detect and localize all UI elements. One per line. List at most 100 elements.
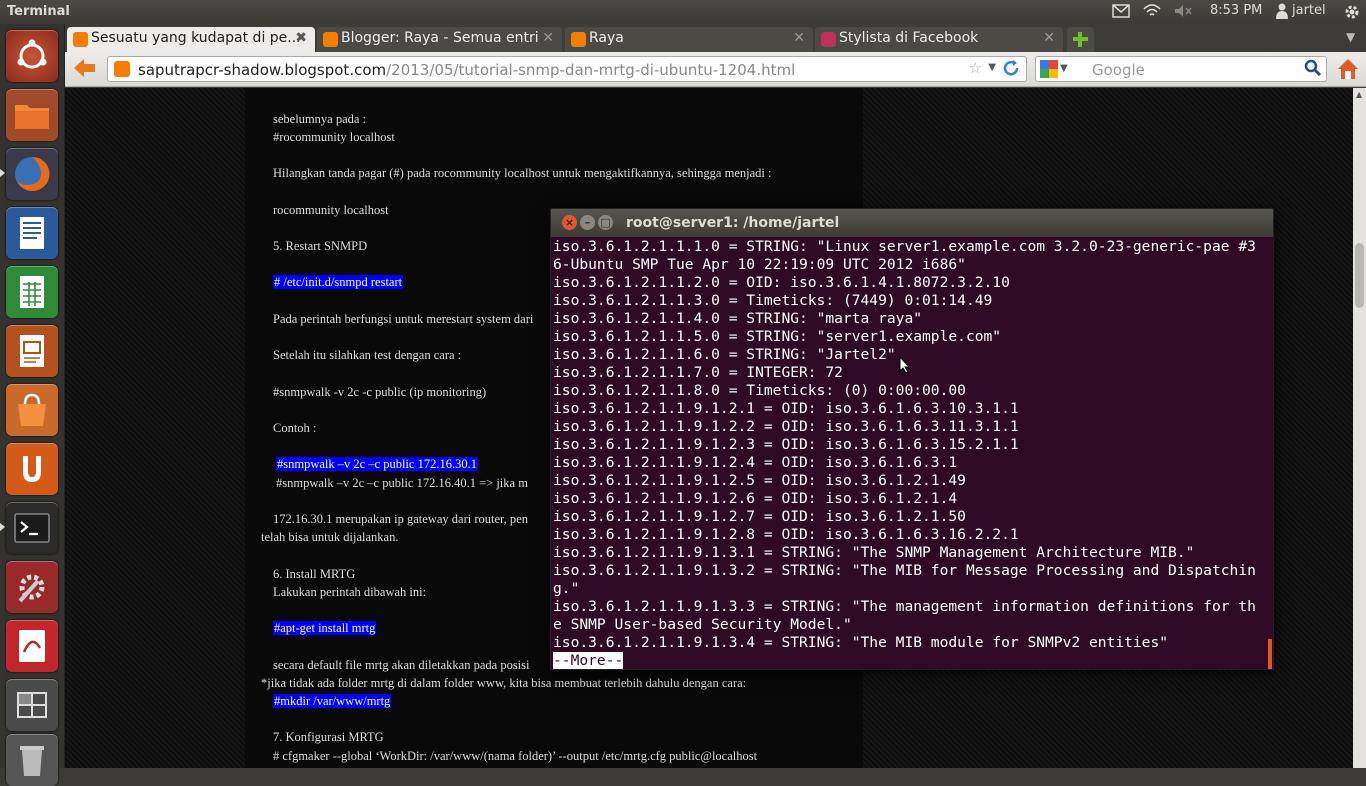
maximize-window-icon[interactable]: □ [598,215,613,230]
ubuntu-one-icon[interactable] [6,443,58,495]
terminal-line: iso.3.6.1.2.1.1.9.1.2.1 = OID: iso.3.6.1… [553,400,1019,417]
terminal-line: iso.3.6.1.2.1.1.9.1.3.4 = STRING: "The M… [553,634,1169,651]
terminal-line: iso.3.6.1.2.1.1.9.1.2.4 = OID: iso.3.6.1… [553,454,958,471]
scrollbar-thumb[interactable] [1355,243,1364,308]
post-line: rocommunity localhost [273,203,389,217]
terminal-line: iso.3.6.1.2.1.1.1.0 = STRING: "Linux ser… [553,238,1256,255]
tab-label: Blogger: Raya - Semua entri [341,30,539,46]
volume-muted-icon[interactable] [1173,3,1193,23]
code-highlight: # /etc/init.d/snmpd restart [273,275,404,289]
navigation-bar: saputrapcr-shadow.blogspot.com/2013/05/t… [65,52,1366,87]
files-icon[interactable] [6,89,58,141]
terminal-line: e SNMP User-based Security Model." [553,616,852,633]
terminal-line: iso.3.6.1.2.1.1.9.1.3.1 = STRING: "The S… [553,544,1195,561]
clock[interactable]: 8:53 PM [1210,3,1262,18]
history-dropdown-icon[interactable]: ▼ [988,62,996,73]
terminal-line: iso.3.6.1.2.1.1.9.1.2.7 = OID: iso.3.6.1… [553,508,966,525]
bookmark-star-icon[interactable]: ☆ [969,59,982,77]
back-arrow-icon[interactable] [71,55,97,85]
close-tab-icon[interactable]: ✕ [542,30,554,46]
terminal-title: root@server1: /home/jartel [626,215,840,231]
document-viewer-icon[interactable] [6,620,58,672]
tab-blog-post[interactable]: Sesuatu yang kudapat di pe... ✖ [67,27,315,52]
post-heading: 6. Install MRTG [273,567,356,581]
close-tab-icon[interactable]: ✖ [295,30,307,46]
tab-bar: Sesuatu yang kudapat di pe... ✖ Blogger:… [65,24,1366,52]
impress-icon[interactable] [6,325,58,377]
terminal-icon[interactable] [6,502,58,554]
terminal-line: iso.3.6.1.2.1.1.2.0 = OID: iso.3.6.1.4.1… [553,274,1010,291]
url-bar[interactable]: saputrapcr-shadow.blogspot.com/2013/05/t… [107,56,1027,82]
top-panel: Terminal 8:53 PM jartel [0,0,1366,24]
firefox-icon[interactable] [6,148,58,200]
new-tab-button[interactable] [1067,27,1094,52]
search-placeholder: Google [1092,61,1145,79]
workspace-switcher-icon[interactable] [6,679,58,731]
gear-icon[interactable] [1343,3,1361,25]
user-name[interactable]: jartel [1292,3,1326,18]
terminal-line: iso.3.6.1.2.1.1.9.1.2.3 = OID: iso.3.6.1… [553,436,1019,453]
close-tab-icon[interactable]: ✕ [793,30,805,46]
terminal-line: iso.3.6.1.2.1.1.6.0 = STRING: "Jartel2" [553,346,896,363]
post-heading: 7. Konfigurasi MRTG [273,730,384,744]
more-prompt: --More-- [553,652,624,669]
tab-blogger-entries[interactable]: Blogger: Raya - Semua entri ✕ [317,27,562,52]
system-settings-icon[interactable] [6,561,58,613]
post-line: sebelumnya pada : [273,112,367,126]
terminal-line: 6-Ubuntu SMP Tue Apr 10 22:19:09 UTC 201… [553,256,966,273]
terminal-line: iso.3.6.1.2.1.1.9.1.2.8 = OID: iso.3.6.1… [553,526,1019,543]
tab-raya[interactable]: Raya ✕ [565,27,813,52]
search-engine-chevron-icon[interactable]: ▼ [1060,63,1068,74]
tab-label: Sesuatu yang kudapat di pe... [91,30,301,46]
trash-icon[interactable] [6,734,58,786]
terminal-line: iso.3.6.1.2.1.1.7.0 = INTEGER: 72 [553,364,843,381]
terminal-titlebar[interactable]: × – □ root@server1: /home/jartel [551,209,1273,237]
stylista-icon [821,32,836,47]
post-line: #rocommunity localhost [273,130,395,144]
terminal-window[interactable]: × – □ root@server1: /home/jartel iso.3.6… [550,208,1274,670]
post-line: telah bisa untuk dijalankan. [261,530,399,544]
user-icon[interactable] [1276,3,1288,23]
post-line: Setelah itu silahkan test dengan cara : [273,348,462,362]
search-input[interactable]: ▼ Google [1035,56,1327,82]
post-line: Lakukan perintah dibawah ini: [273,585,427,599]
post-line: #snmpwalk -v 2c -c public (ip monitoring… [273,385,487,399]
blogger-icon [73,32,88,47]
terminal-line: iso.3.6.1.2.1.1.3.0 = Timeticks: (7449) … [553,292,993,309]
software-center-icon[interactable] [6,384,58,436]
terminal-line: iso.3.6.1.2.1.1.9.1.2.2 = OID: iso.3.6.1… [553,418,1019,435]
post-line: #snmpwalk –v 2c –c public 172.16.40.1 =>… [276,476,528,490]
code-highlight: #mkdir /var/www/mrtg [273,694,392,708]
terminal-line: iso.3.6.1.2.1.1.5.0 = STRING: "server1.e… [553,328,1002,345]
terminal-line: iso.3.6.1.2.1.1.8.0 = Timeticks: (0) 0:0… [553,382,966,399]
mail-icon[interactable] [1112,3,1130,23]
launcher [0,24,65,786]
post-line: # cfgmaker --global ‘WorkDir: /var/www/(… [273,749,758,763]
active-app-title: Terminal [7,4,70,19]
post-line: Contoh : [273,421,317,435]
calc-icon[interactable] [6,266,58,318]
terminal-line: iso.3.6.1.2.1.1.9.1.2.5 = OID: iso.3.6.1… [553,472,966,489]
site-identity-icon[interactable] [114,61,130,77]
terminal-output[interactable]: iso.3.6.1.2.1.1.1.0 = STRING: "Linux ser… [553,238,1273,670]
network-icon[interactable] [1142,3,1162,23]
mouse-cursor-icon [899,355,911,378]
page-scrollbar[interactable]: ▲ [1353,88,1366,768]
search-icon[interactable] [1304,59,1322,81]
minimize-window-icon[interactable]: – [580,215,595,230]
google-icon[interactable] [1040,60,1058,82]
tab-label: Stylista di Facebook [839,30,979,46]
terminal-line: iso.3.6.1.2.1.1.9.1.3.3 = STRING: "The m… [553,598,1256,615]
tab-list-chevron-icon[interactable]: ▼ [1346,30,1355,44]
terminal-line: g." [553,580,580,597]
terminal-scrollbar[interactable] [1268,639,1272,669]
reload-icon[interactable] [1002,59,1020,81]
tab-stylista[interactable]: Stylista di Facebook ✕ [815,27,1063,52]
ubuntu-dash-icon[interactable] [6,30,58,82]
writer-icon[interactable] [6,207,58,259]
close-window-icon[interactable]: × [562,215,577,230]
tab-label: Raya [589,30,624,46]
scroll-up-icon[interactable]: ▲ [1356,90,1362,99]
home-icon[interactable] [1335,56,1361,86]
close-tab-icon[interactable]: ✕ [1043,30,1055,46]
